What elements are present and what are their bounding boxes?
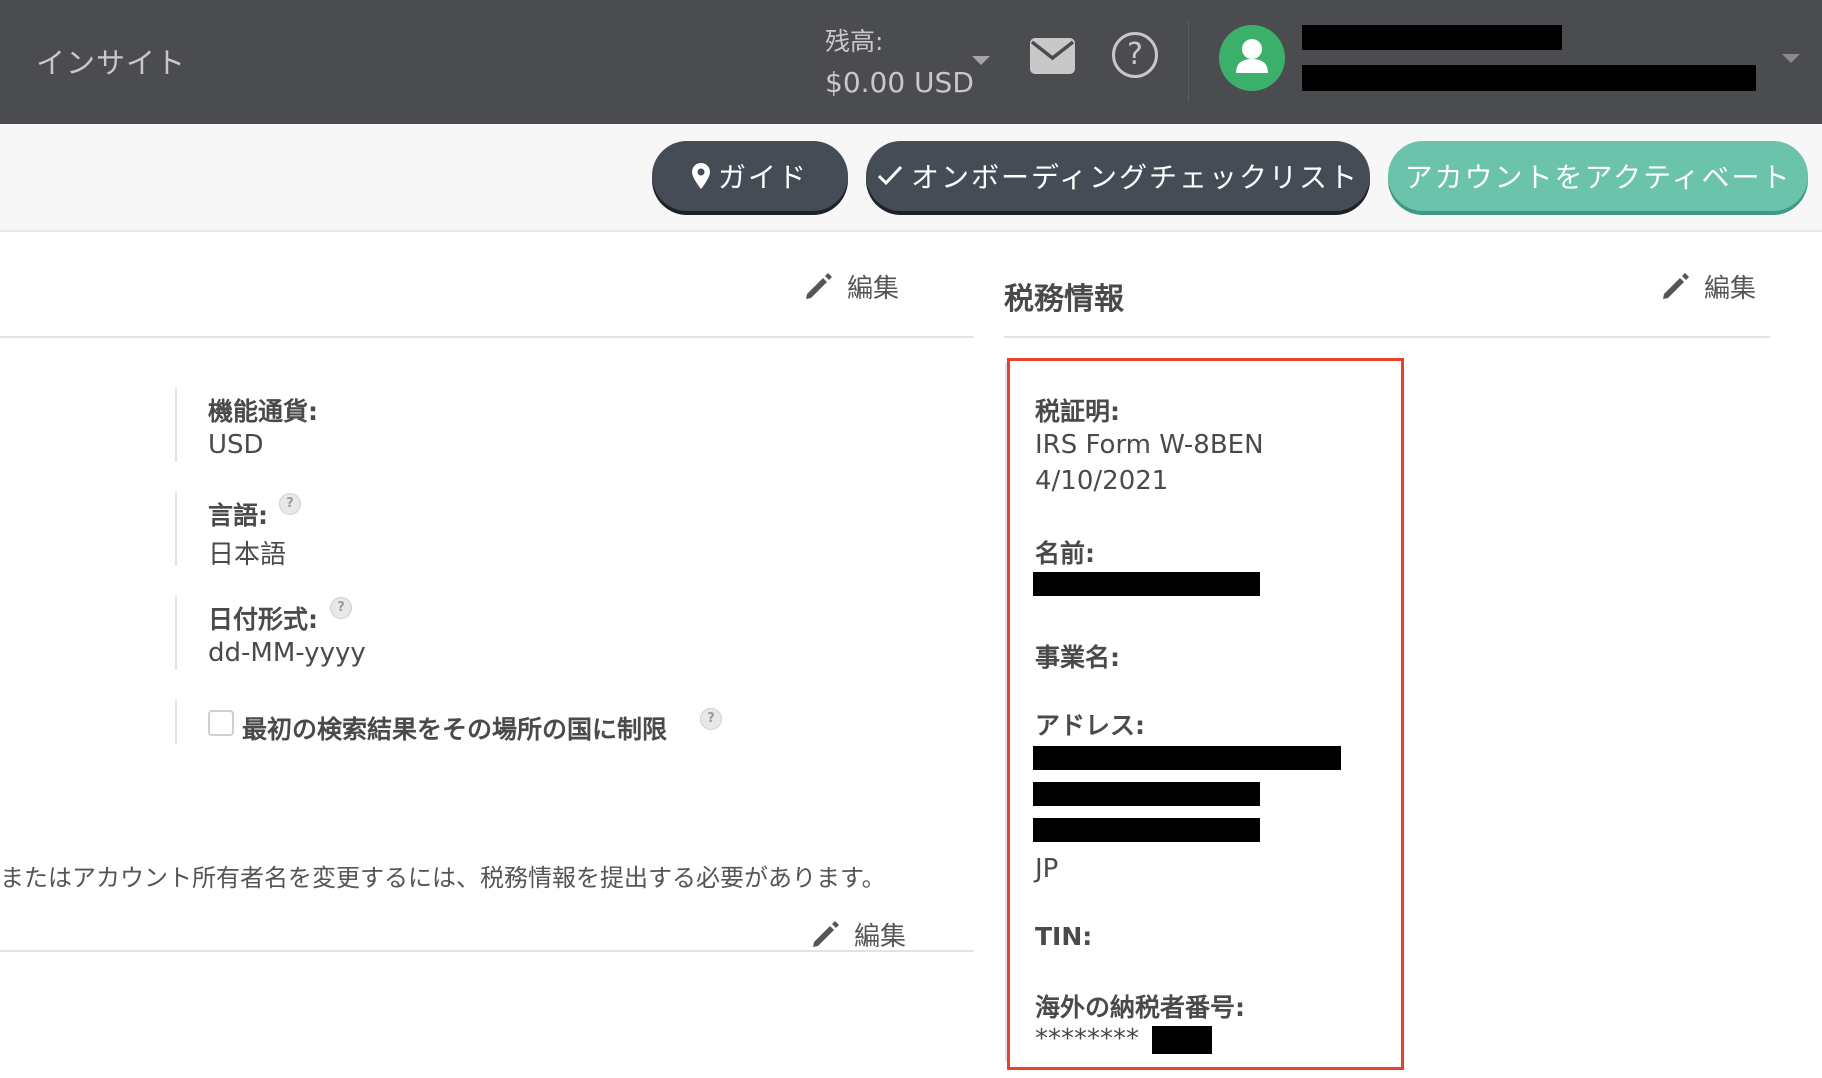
field-bar	[175, 700, 177, 744]
redacted-name	[1033, 572, 1260, 596]
business-name-label: 事業名:	[1035, 643, 1120, 672]
user-menu-chevron-icon[interactable]	[1782, 54, 1800, 63]
pencil-icon	[806, 272, 832, 299]
restrict-search-checkbox[interactable]	[208, 710, 234, 736]
action-bar: ガイド オンボーディングチェックリスト アカウントをアクティベート	[0, 124, 1822, 232]
activate-account-button[interactable]: アカウントをアクティベート	[1388, 141, 1808, 211]
balance-dropdown[interactable]: 残高: $0.00 USD	[825, 22, 974, 99]
account-name-notice: またはアカウント所有者名を変更するには、税務情報を提出する必要があります。	[0, 864, 886, 892]
foreign-tin-value: ********	[1035, 1024, 1139, 1054]
section-divider	[0, 336, 974, 338]
section-divider	[0, 950, 974, 952]
tax-edit-link[interactable]: 編集	[1660, 268, 1756, 305]
account-edit-link[interactable]: 編集	[810, 916, 906, 953]
mail-icon[interactable]	[1030, 38, 1075, 74]
address-country: JP	[1035, 854, 1059, 884]
name-label: 名前:	[1035, 539, 1095, 568]
field-bar	[175, 492, 177, 566]
tax-certificate-label: 税証明:	[1035, 397, 1120, 426]
user-icon	[1236, 39, 1268, 73]
user-avatar[interactable]	[1219, 25, 1285, 91]
language-label: 言語:	[208, 501, 268, 530]
pencil-icon	[1663, 272, 1689, 299]
field-bar	[175, 388, 177, 462]
onboarding-checklist-label: オンボーディングチェックリスト	[910, 161, 1360, 194]
edit-label: 編集	[847, 274, 900, 304]
tax-certificate-form: IRS Form W-8BEN	[1035, 430, 1264, 460]
redacted-address-line	[1033, 782, 1260, 806]
edit-label: 編集	[854, 922, 907, 952]
tin-label: TIN:	[1035, 922, 1093, 951]
tax-info-title: 税務情報	[1004, 282, 1124, 317]
balance-value: $0.00 USD	[825, 66, 974, 99]
balance-label: 残高:	[825, 27, 884, 56]
address-label: アドレス:	[1035, 711, 1145, 740]
onboarding-checklist-button[interactable]: オンボーディングチェックリスト	[866, 141, 1370, 211]
redacted-address-line	[1033, 818, 1260, 842]
map-pin-icon	[691, 163, 710, 189]
restrict-search-help-icon[interactable]: ?	[700, 708, 722, 730]
redacted-username	[1302, 25, 1562, 50]
activate-account-label: アカウントをアクティベート	[1404, 161, 1792, 194]
pencil-icon	[813, 920, 839, 947]
tax-certificate-date: 4/10/2021	[1035, 466, 1169, 496]
foreign-tin-label: 海外の納税者番号:	[1035, 993, 1245, 1022]
redacted-account-email	[1302, 65, 1756, 91]
preferences-edit-link[interactable]: 編集	[803, 268, 899, 305]
date-format-help-icon[interactable]: ?	[330, 597, 352, 619]
currency-value: USD	[208, 430, 264, 460]
section-divider	[1004, 336, 1770, 338]
field-bar	[175, 596, 177, 670]
check-icon	[877, 165, 903, 187]
date-format-value: dd-MM-yyyy	[208, 638, 366, 668]
language-help-icon[interactable]: ?	[279, 493, 301, 515]
restrict-search-label[interactable]: 最初の検索結果をその場所の国に制限	[242, 710, 667, 746]
redacted-address-line	[1033, 746, 1341, 770]
language-value: 日本語	[208, 540, 287, 570]
help-icon[interactable]: ?	[1112, 32, 1158, 78]
redacted-foreign-tin	[1152, 1026, 1212, 1054]
currency-label: 機能通貨:	[208, 397, 318, 426]
date-format-label: 日付形式:	[208, 605, 318, 634]
chevron-down-icon[interactable]	[972, 56, 990, 65]
guide-button[interactable]: ガイド	[652, 141, 848, 211]
top-navigation-bar: インサイト 残高: $0.00 USD ?	[0, 0, 1822, 124]
edit-label: 編集	[1704, 274, 1757, 304]
guide-button-label: ガイド	[717, 161, 808, 194]
divider	[1188, 20, 1189, 102]
app-section-title[interactable]: インサイト	[36, 40, 186, 82]
